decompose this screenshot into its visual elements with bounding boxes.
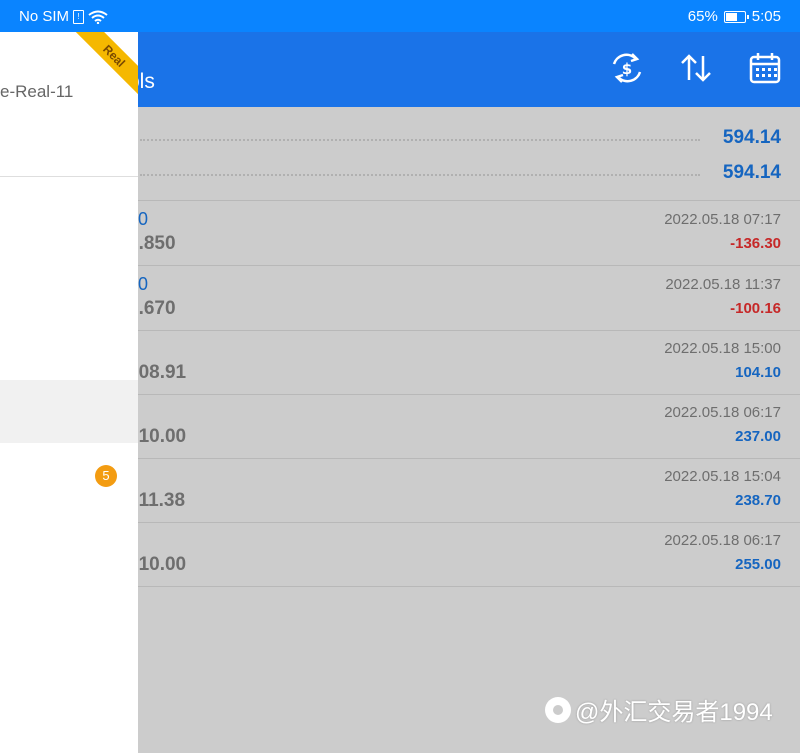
calendar-icon[interactable] [747, 50, 783, 86]
position-pnl: 238.70 [735, 492, 781, 509]
watermark: @外汇交易者1994 [545, 692, 773, 727]
position-pnl: 255.00 [735, 556, 781, 573]
battery-fill [725, 12, 737, 21]
status-right: 65% 5:05 [688, 8, 781, 25]
sort-icon[interactable] [678, 50, 714, 86]
status-bar: No SIM ! 65% 5:05 [0, 0, 800, 32]
svg-text:$: $ [622, 60, 632, 78]
position-pnl: 104.10 [735, 364, 781, 381]
drawer-item-selected[interactable] [0, 380, 138, 443]
notification-badge: 5 [95, 465, 117, 487]
carrier-label: No SIM [19, 8, 70, 25]
position-time: 2022.05.18 11:37 [665, 276, 781, 293]
summary-value-2: 594.14 [722, 162, 781, 183]
drawer-divider [0, 176, 138, 177]
position-pnl: 237.00 [735, 428, 781, 445]
status-left: No SIM ! [19, 8, 108, 25]
watermark-logo-icon [545, 696, 571, 723]
position-time: 2022.05.18 15:04 [664, 468, 781, 485]
position-time: 2022.05.18 06:17 [664, 532, 781, 549]
dotted-leader [140, 139, 700, 141]
position-pnl: -136.30 [730, 235, 781, 252]
battery-icon [723, 10, 749, 23]
real-ribbon-label: Real [71, 32, 138, 99]
position-pnl: -100.16 [730, 300, 781, 317]
battery-percent: 65% [687, 8, 718, 25]
watermark-text: @外汇交易者1994 [575, 699, 773, 726]
position-time: 2022.05.18 15:00 [664, 340, 781, 357]
account-name[interactable]: e-Real-11 [0, 82, 73, 102]
real-ribbon: Real [68, 32, 138, 102]
sim-icon: ! [73, 9, 85, 24]
position-time: 2022.05.18 06:17 [664, 404, 781, 421]
currency-exchange-icon[interactable]: $ [609, 50, 645, 86]
summary-value-1: 594.14 [722, 127, 781, 148]
position-time: 2022.05.18 07:17 [664, 211, 781, 228]
navigation-drawer[interactable]: e-Real-11 Real 5 [0, 32, 138, 753]
dotted-leader [140, 174, 700, 176]
clock: 5:05 [751, 8, 781, 25]
wifi-icon [88, 10, 108, 24]
